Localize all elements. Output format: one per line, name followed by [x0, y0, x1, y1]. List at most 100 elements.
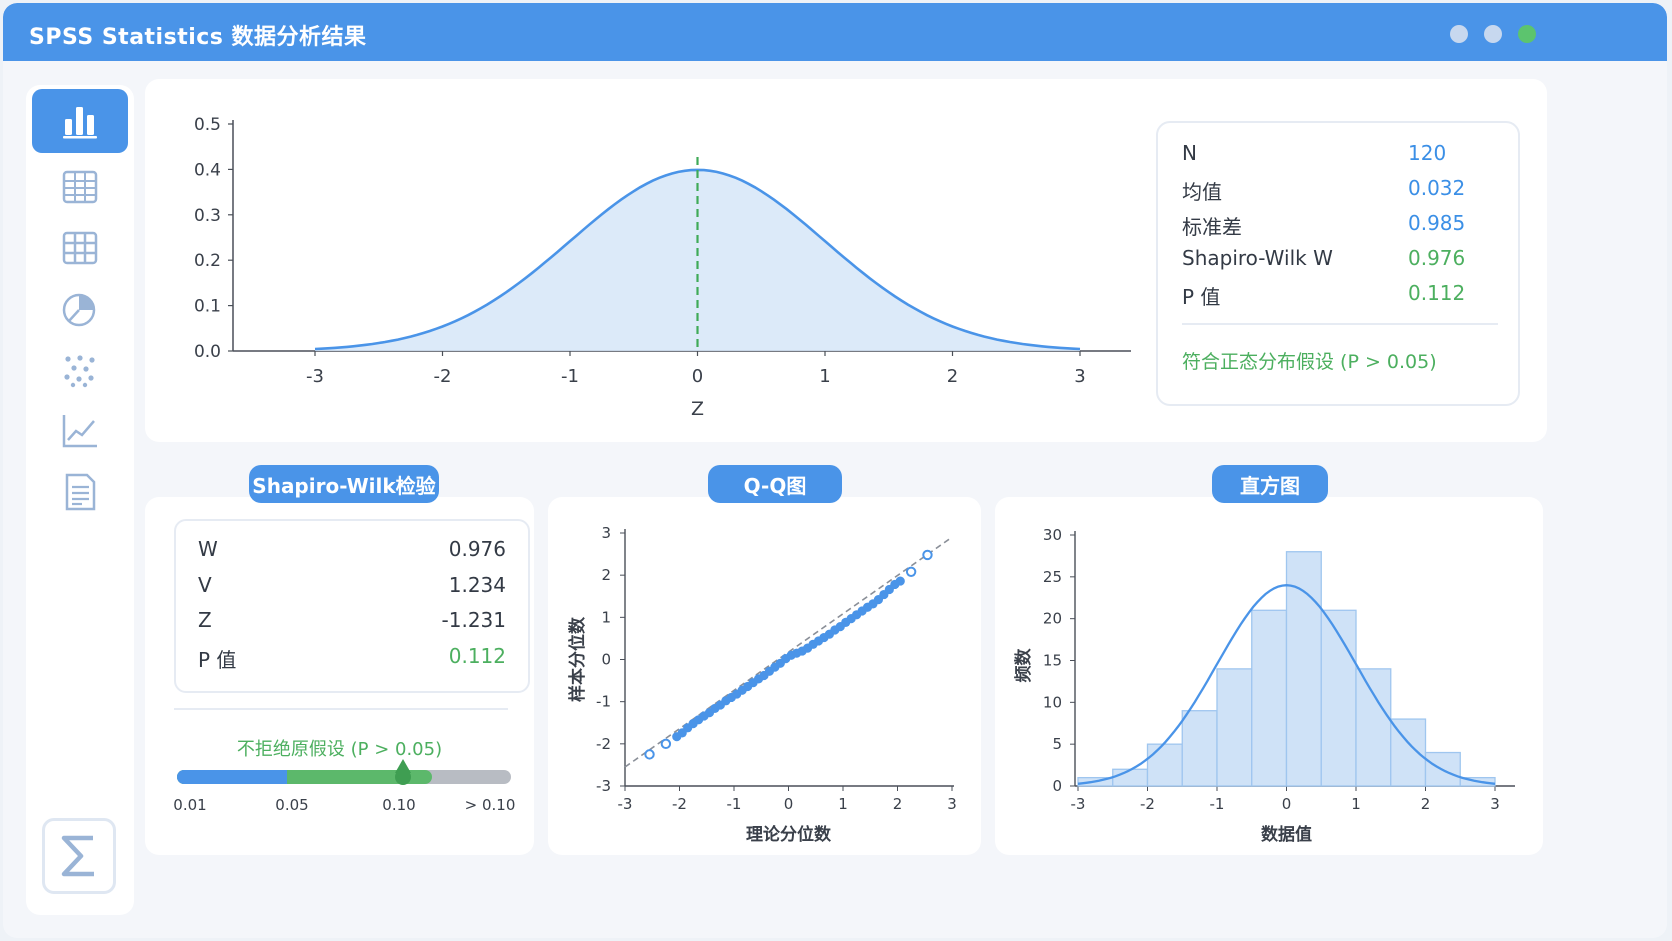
shapiro-wilk-card: W 0.976 V 1.234 Z -1.231 P 值 0.112 不拒绝原假设 (P > …: [145, 497, 534, 855]
sw-stat-value: 0.976: [448, 537, 506, 561]
sidebar: [26, 85, 134, 915]
sw-stat-label: Z: [198, 608, 212, 632]
title-bar: SPSS Statistics 数据分析结果: [3, 3, 1667, 61]
y-tick-label: 1: [601, 608, 611, 626]
sidebar-item-scatter[interactable]: [32, 338, 128, 402]
y-tick-label: 30: [1043, 526, 1062, 544]
x-tick-label: -3: [306, 366, 324, 387]
sigma-button[interactable]: [42, 818, 116, 894]
window-title: SPSS Statistics 数据分析结果: [29, 25, 367, 50]
sidebar-item-line-chart[interactable]: [32, 399, 128, 463]
histogram-bar: [1146, 743, 1183, 787]
tab-qq-plot[interactable]: Q-Q图: [708, 465, 842, 503]
y-tick-label: 2: [601, 566, 611, 584]
y-tick-label: 10: [1043, 693, 1062, 711]
x-tick-label: 1: [1351, 795, 1361, 813]
stat-label: P 值: [1182, 285, 1221, 309]
x-tick-label: 3: [947, 795, 957, 813]
y-tick-label: 0: [601, 651, 611, 669]
stat-value: 0.985: [1408, 211, 1466, 235]
sw-stat-value: -1.231: [441, 608, 506, 632]
minimize-button[interactable]: [1450, 25, 1468, 43]
y-tick-label: 0.1: [194, 297, 221, 317]
y-tick-label: 0.4: [194, 160, 221, 180]
x-tick-label: -1: [727, 795, 742, 813]
scale-tick-label: > 0.10: [465, 796, 516, 814]
y-tick-label: 0.2: [194, 251, 221, 271]
x-tick-label: 2: [1421, 795, 1431, 813]
maximize-button[interactable]: [1484, 25, 1502, 43]
x-tick-label: -2: [434, 366, 452, 387]
histogram-bar: [1355, 668, 1392, 787]
stat-value: 120: [1408, 141, 1447, 165]
close-button[interactable]: [1518, 25, 1536, 43]
x-axis-label: 理论分位数: [746, 824, 832, 845]
histogram-bar: [1251, 609, 1288, 787]
x-tick-label: 0: [784, 795, 794, 813]
x-tick-label: -2: [1140, 795, 1155, 813]
sw-stat-label: W: [198, 537, 218, 561]
qq-point-outlier: [905, 566, 917, 577]
tab-histogram[interactable]: 直方图: [1212, 465, 1328, 503]
stat-value: 0.112: [1408, 281, 1466, 305]
stat-label: 均值: [1182, 180, 1222, 204]
qq-plot-chart: -3 -2 -1 0 1 2 3 -3 -2 -1 0 1 2 3 理论分位数 样本分位数: [567, 524, 957, 845]
sidebar-item-bar-chart[interactable]: [32, 89, 128, 153]
x-axis-label: 数据值: [1261, 824, 1312, 845]
y-tick-label: -2: [596, 735, 611, 753]
stat-value: 0.032: [1408, 176, 1466, 200]
y-axis-label: 频数: [1013, 648, 1034, 683]
normal-curve-chart: 0.0 0.1 0.2 0.3 0.4 0.5 -3 -2 -1 0 1 2 3 Z: [194, 115, 1131, 420]
scale-segment-joint: [287, 770, 297, 784]
sidebar-item-table[interactable]: [32, 155, 128, 219]
decision-divider: [174, 708, 508, 710]
qq-plot-card: -3 -2 -1 0 1 2 3 -3 -2 -1 0 1 2 3 理论分位数 样本分位数: [548, 497, 981, 855]
sigma-icon: [61, 835, 94, 877]
histogram-bar: [1112, 768, 1149, 787]
x-axis-label: Z: [691, 398, 704, 420]
qq-point-outlier: [644, 749, 655, 760]
y-tick-label: 0.3: [194, 206, 221, 226]
x-tick-label: -2: [672, 795, 687, 813]
shapiro-wilk-table: W 0.976 V 1.234 Z -1.231 P 值 0.112: [174, 519, 530, 693]
x-tick-label: -3: [1071, 795, 1086, 813]
y-tick-label: -1: [596, 693, 611, 711]
tab-shapiro-wilk[interactable]: Shapiro-Wilk检验: [249, 465, 439, 503]
y-tick-label: 0: [1052, 777, 1062, 795]
x-tick-label: 1: [819, 366, 830, 387]
stat-label: N: [1182, 141, 1197, 165]
x-tick-label: 3: [1490, 795, 1500, 813]
scale-segment-reject: [177, 770, 295, 784]
histogram-bar: [1216, 668, 1253, 787]
stats-divider: [1182, 323, 1498, 325]
sidebar-item-pie[interactable]: [32, 277, 128, 341]
y-tick-label: 5: [1052, 735, 1062, 753]
grid-icon: [62, 231, 98, 265]
y-axis-label: 样本分位数: [567, 616, 588, 702]
line-chart-icon: [62, 415, 97, 448]
normal-distribution-card: 0.0 0.1 0.2 0.3 0.4 0.5 -3 -2 -1 0 1 2 3 Z N 120 均值 0.03…: [145, 79, 1547, 442]
x-tick-label: 2: [947, 366, 958, 387]
x-tick-label: -1: [561, 366, 579, 387]
y-tick-label: 0.0: [194, 342, 221, 362]
qq-point-outlier: [922, 549, 933, 561]
y-tick-label: -3: [596, 777, 611, 795]
sidebar-item-document[interactable]: [32, 460, 128, 524]
p-value-scale: 0.01 0.05 0.10 > 0.10: [173, 759, 516, 814]
y-tick-label: 0.5: [194, 115, 221, 135]
y-tick-label: 3: [601, 524, 611, 542]
histogram-card: 0 5 10 15 20 25 30 -3 -2 -1 0 1 2 3 数据值 频数: [995, 497, 1543, 855]
y-tick-label: 20: [1043, 610, 1062, 628]
y-tick-label: 25: [1043, 568, 1062, 586]
qq-point-outlier: [660, 738, 672, 750]
stat-label: 标准差: [1182, 215, 1242, 239]
pie-chart-icon: [62, 293, 96, 327]
scale-tick-label: 0.01: [173, 796, 206, 814]
sw-stat-value: 0.112: [448, 643, 506, 668]
x-tick-label: 1: [838, 795, 848, 813]
stat-label: Shapiro-Wilk W: [1182, 246, 1333, 270]
y-tick-label: 15: [1043, 652, 1062, 670]
sw-stat-value: 1.234: [448, 572, 506, 597]
normality-conclusion: 符合正态分布假设 (P > 0.05): [1182, 351, 1437, 373]
sidebar-item-grid[interactable]: [32, 216, 128, 280]
